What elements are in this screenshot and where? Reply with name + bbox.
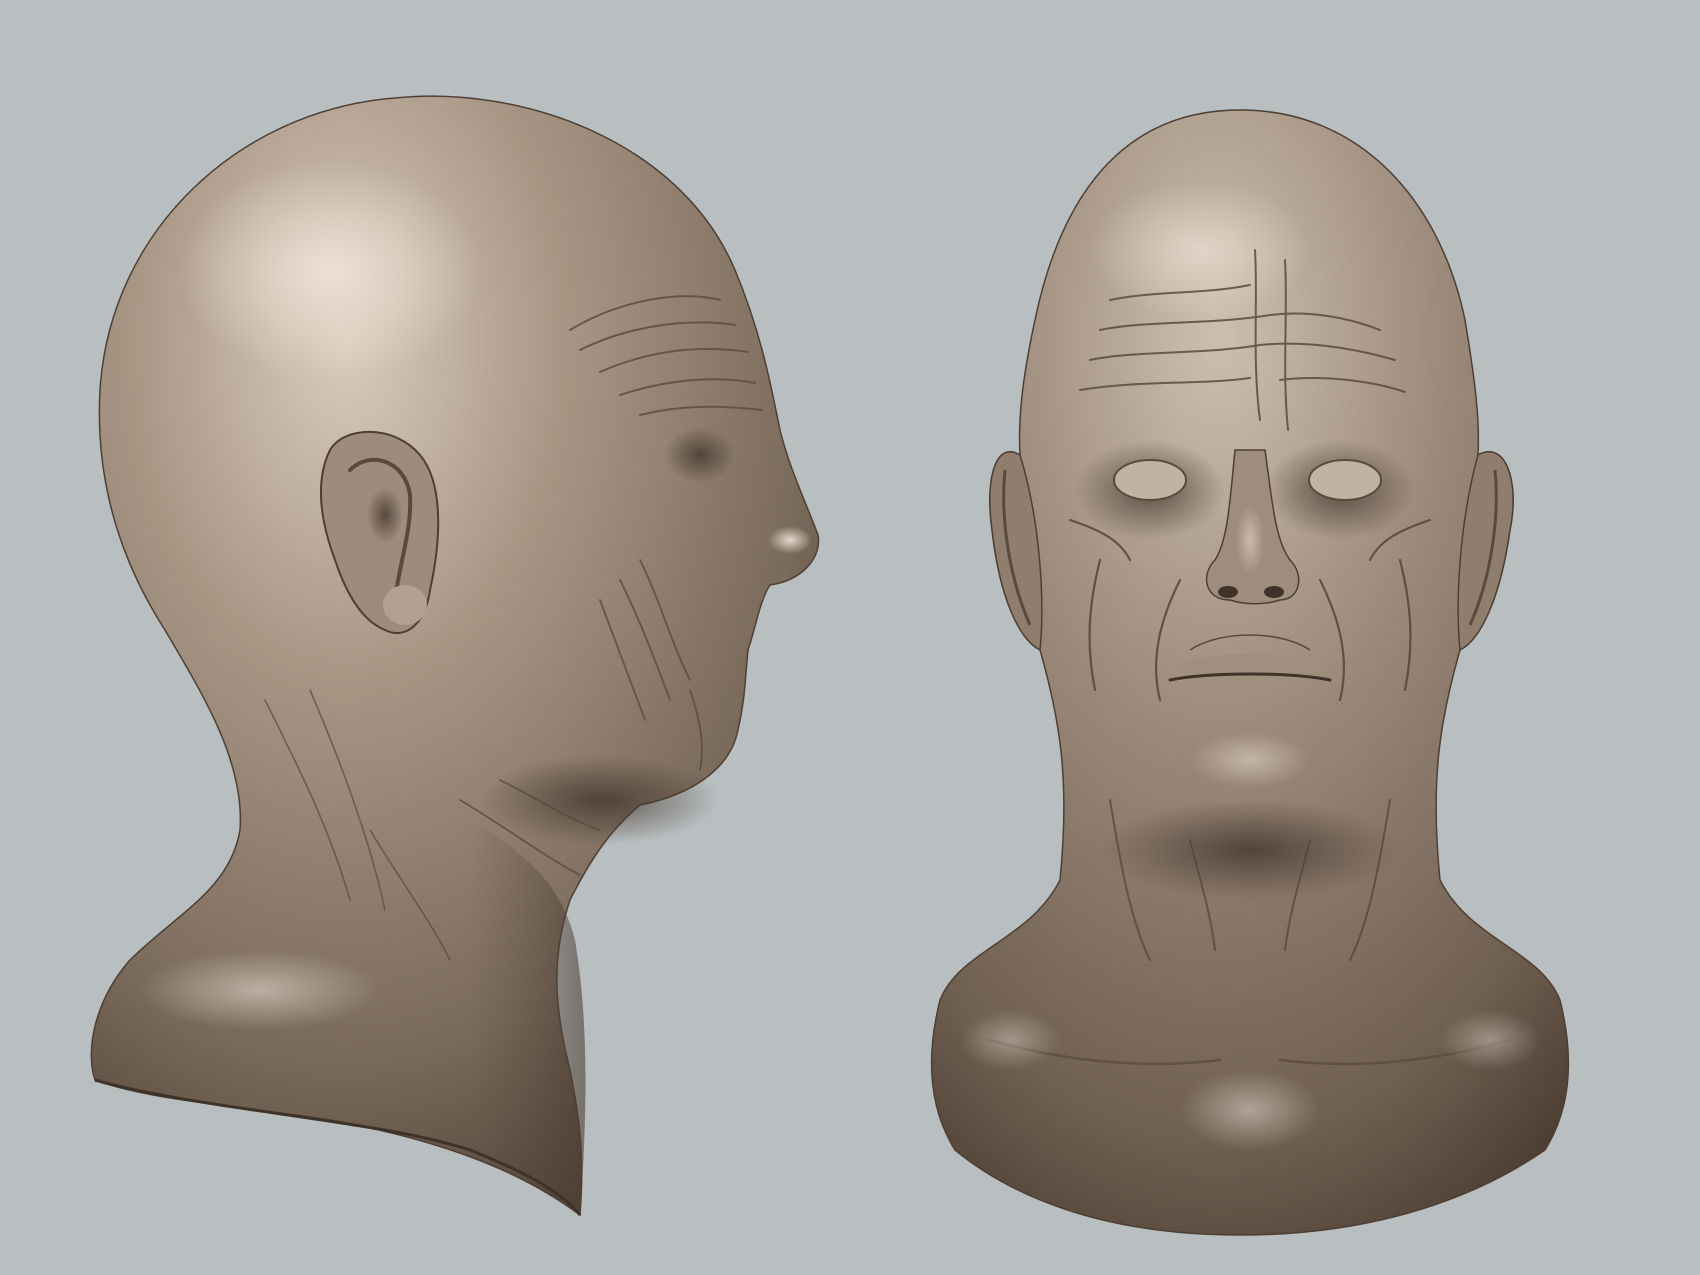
front-sternum-highlight bbox=[1180, 1070, 1320, 1150]
front-right-shoulder-highlight bbox=[1440, 1010, 1540, 1070]
front-right-eye bbox=[1308, 459, 1382, 501]
front-jaw-shadow bbox=[1100, 800, 1400, 900]
render-svg bbox=[90, 95, 1570, 1236]
front-left-eye bbox=[1113, 459, 1187, 501]
sculpt-render-canvas bbox=[0, 0, 1700, 1275]
side-shoulder-highlight bbox=[140, 950, 380, 1030]
side-cranium-highlight bbox=[180, 160, 480, 380]
side-jaw-shadow bbox=[480, 755, 720, 845]
side-eye-socket bbox=[665, 427, 735, 483]
side-nose-highlight bbox=[768, 526, 812, 554]
front-cranium-highlight bbox=[1090, 180, 1310, 320]
front-left-shoulder-highlight bbox=[960, 1010, 1060, 1070]
front-chin-highlight bbox=[1190, 732, 1310, 788]
side-profile-head bbox=[90, 95, 820, 1217]
front-head bbox=[930, 109, 1570, 1236]
